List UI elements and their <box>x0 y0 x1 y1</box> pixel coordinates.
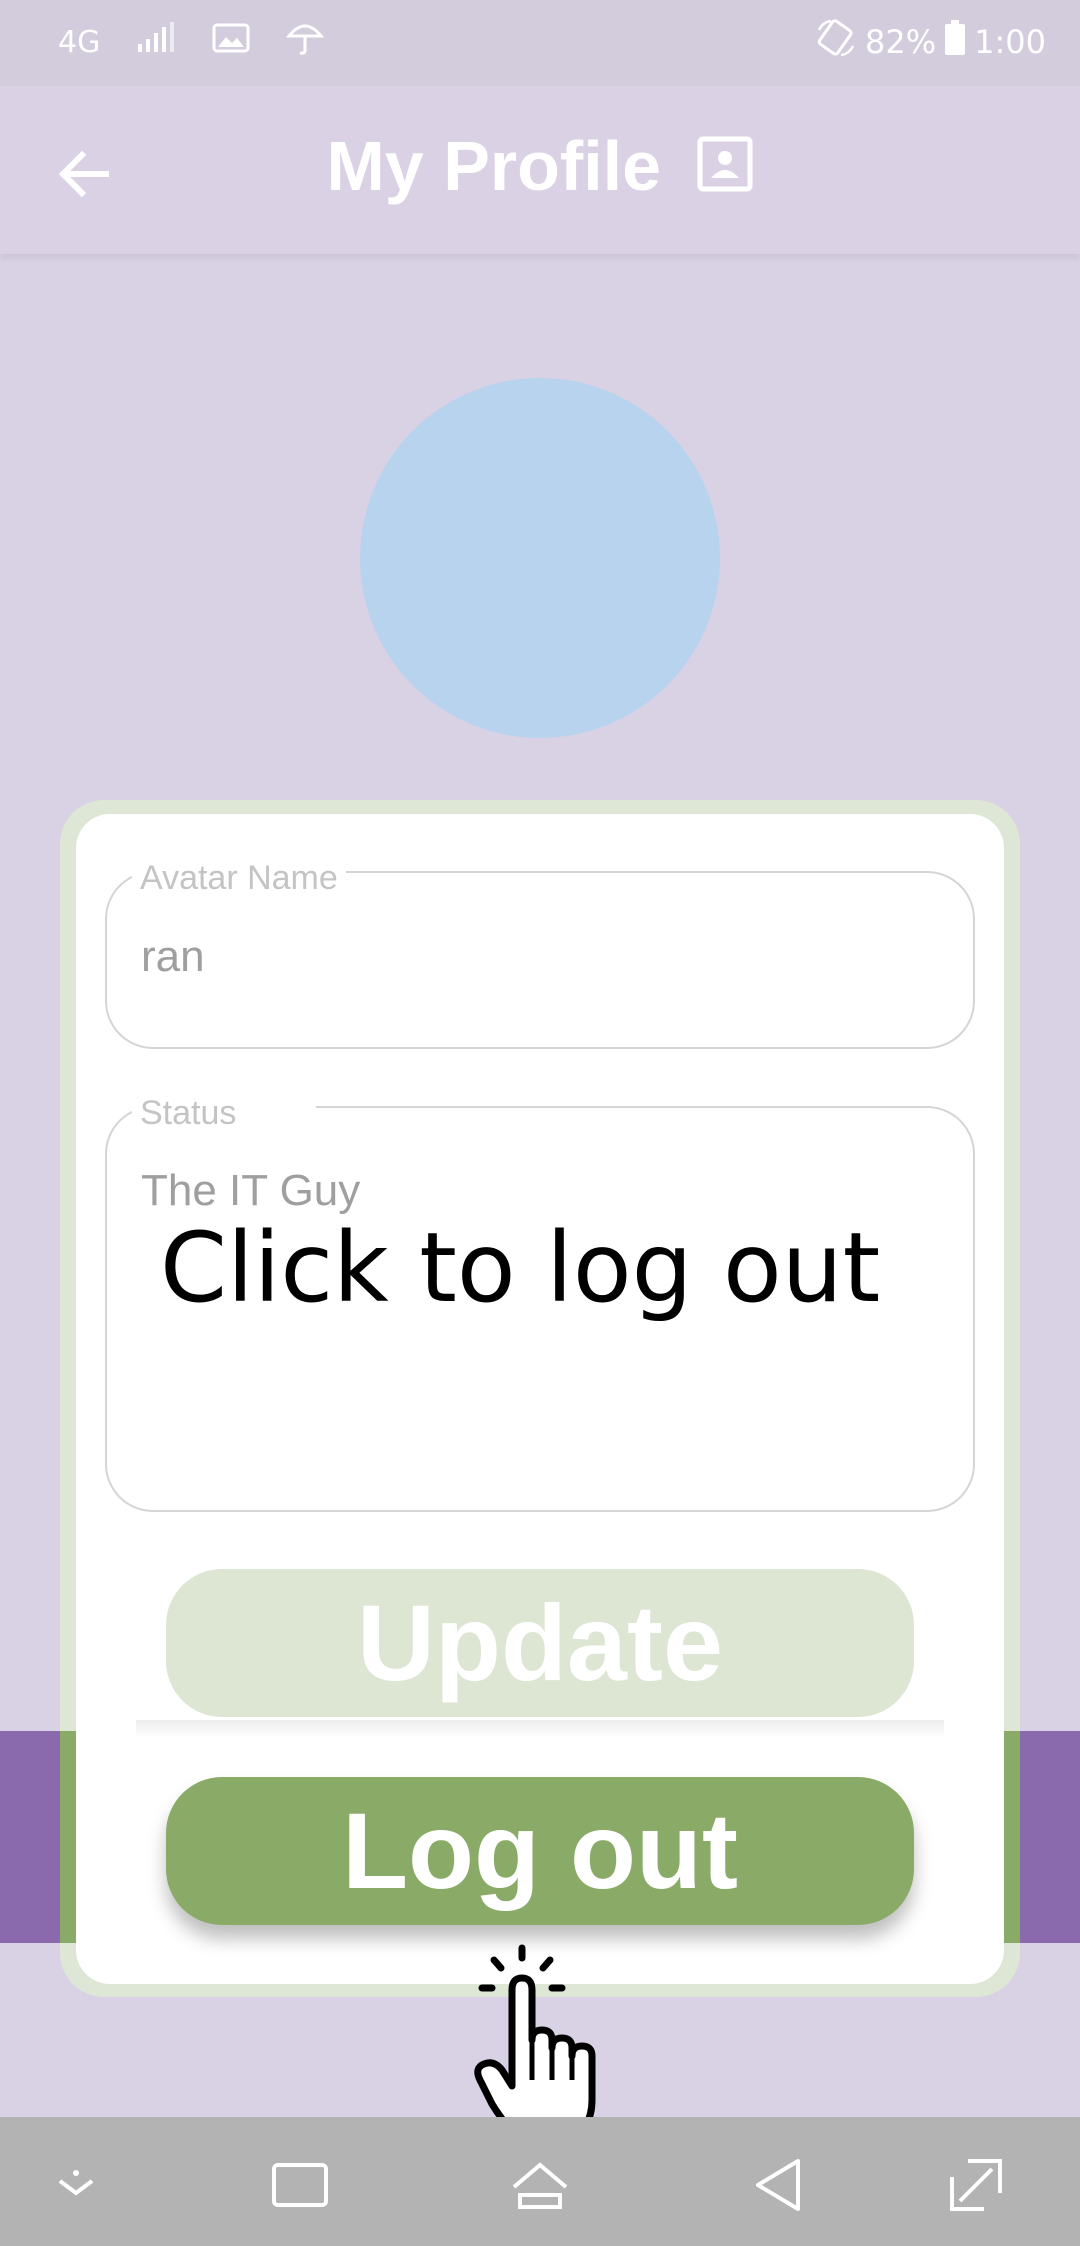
page-title: My Profile <box>326 127 662 205</box>
contact-card-icon <box>697 136 753 197</box>
status-bar: 4G 82% 1:00 <box>0 0 1080 86</box>
rotate-icon <box>815 18 857 66</box>
clock: 1:00 <box>974 23 1046 61</box>
back-icon[interactable] <box>740 2145 820 2225</box>
logout-hint: Click to log out <box>160 1212 881 1324</box>
avatar-name-value: ran <box>141 932 205 981</box>
signal-icon <box>136 22 176 62</box>
avatar[interactable] <box>360 378 720 738</box>
battery-icon <box>944 20 966 64</box>
status-right-icons: 82% 1:00 <box>815 18 1046 66</box>
expand-icon[interactable] <box>936 2145 1016 2225</box>
network-type: 4G <box>58 24 101 60</box>
app-bar: My Profile <box>0 86 1080 254</box>
battery-percent: 82% <box>865 23 937 61</box>
navigation-bar <box>0 2117 1080 2246</box>
status-value: The IT Guy <box>141 1166 361 1215</box>
gallery-icon <box>212 22 250 62</box>
status-label: Status <box>132 1094 317 1133</box>
avatar-name-label: Avatar Name <box>132 859 346 898</box>
title-wrap: My Profile <box>0 126 1080 206</box>
logout-button[interactable]: Log out <box>166 1777 914 1925</box>
update-button[interactable]: Update <box>166 1569 914 1717</box>
umbrella-icon <box>286 20 325 64</box>
status-left-icons: 4G <box>58 20 325 64</box>
dropdown-icon[interactable] <box>36 2145 116 2225</box>
home-icon[interactable] <box>500 2145 580 2225</box>
recents-icon[interactable] <box>260 2145 340 2225</box>
divider-shadow <box>136 1720 944 1738</box>
